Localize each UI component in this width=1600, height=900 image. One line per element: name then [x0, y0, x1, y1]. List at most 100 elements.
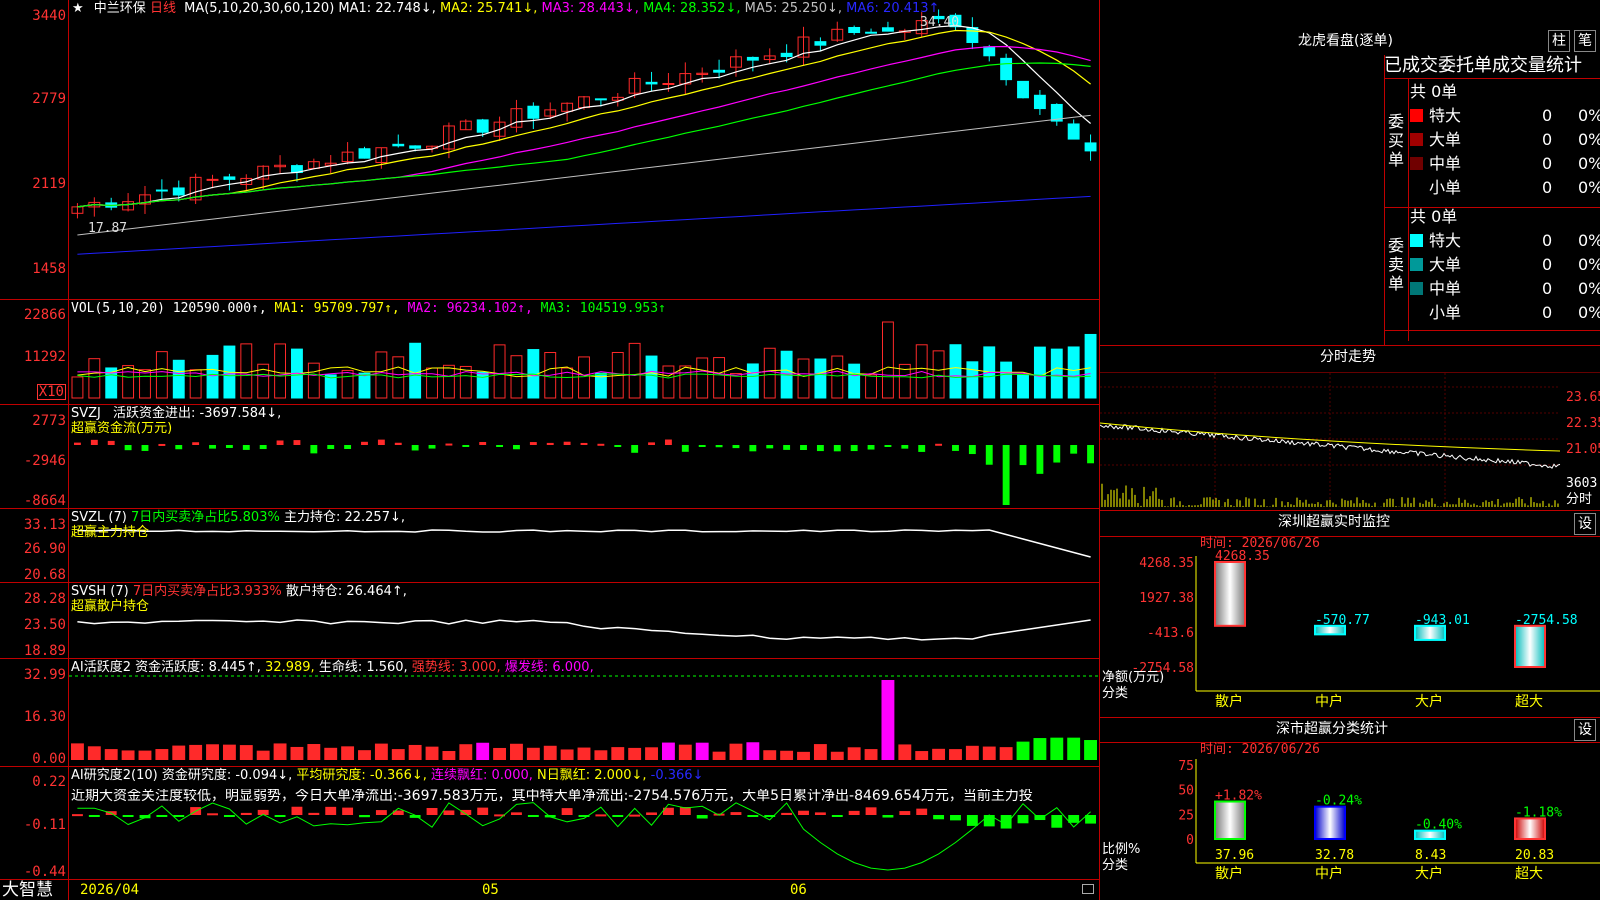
ai1-desc: 资金活跃度: 8.445↑, [135, 660, 261, 675]
candle-body [1084, 142, 1097, 152]
fund-flow-bar [850, 445, 858, 452]
y-tick: 16.30 [23, 709, 66, 725]
research-bar [477, 807, 489, 815]
volume-bar [307, 362, 320, 399]
activity-bar [712, 751, 726, 760]
svzj-sub: 超赢资金流(万元) [71, 421, 173, 436]
volume-bar [679, 365, 692, 399]
buy-pct: 0% [1578, 178, 1600, 197]
fund-flow-bar [411, 445, 419, 451]
research-bar [72, 814, 83, 817]
research-bar [730, 812, 742, 815]
y-tick: -0.44 [23, 864, 66, 880]
lock-icon[interactable] [1082, 884, 1094, 894]
research-bar [426, 807, 438, 815]
intraday-y-tick: 22.35 [1566, 416, 1600, 431]
fund-flow-bar [918, 445, 926, 452]
fund-flow-bar [1019, 445, 1027, 466]
activity-bar [121, 750, 135, 760]
research-bar [747, 815, 759, 817]
value-label: -0.40% [1415, 818, 1462, 833]
volume-bar [1050, 348, 1063, 399]
research-bar [308, 812, 320, 815]
candle-body [155, 189, 168, 192]
candle-body [780, 52, 793, 58]
buy-label: 大单 [1429, 130, 1462, 149]
volume-bar [645, 355, 658, 399]
dragon-tab[interactable]: 已成交委托单成交量统计 [1384, 55, 1582, 77]
monitor-settings-button[interactable]: 设 [1574, 513, 1596, 535]
activity-bar [358, 750, 371, 760]
activity-bar [661, 742, 675, 760]
intraday-chart[interactable] [1100, 373, 1600, 510]
y-tick: 32.99 [23, 667, 66, 683]
ai2-comment: 近期大资金关注度较低，明显弱势，今日大单净流出:-3697.583万元，其中特大… [71, 789, 1033, 803]
kline-area[interactable]: 3440 2779 2119 1458 22866 11292 X10 2773… [0, 0, 1100, 900]
classify-settings-button[interactable]: 设 [1574, 719, 1596, 741]
research-bar [595, 814, 607, 817]
color-swatch [1410, 258, 1423, 271]
vol-ma1: MA1: 95709.797↑, [274, 301, 400, 316]
ma5-value: MA5: 25.250↓, [744, 1, 843, 16]
intraday-vol-tick: 3603 [1566, 476, 1598, 491]
volume-bar [155, 351, 168, 399]
vol-ma3: MA3: 104519.953↑ [540, 301, 666, 316]
candle-body [881, 27, 894, 32]
activity-bar [206, 744, 219, 760]
research-bar [1017, 815, 1029, 824]
color-swatch [1410, 157, 1423, 170]
volume-bar [763, 347, 776, 399]
activity-bar [847, 747, 861, 760]
volume-bar [628, 342, 641, 399]
volume-bar [426, 367, 438, 399]
value-label: 20.83 [1515, 848, 1554, 863]
kline-plot[interactable] [69, 0, 1099, 900]
category-bar [1414, 624, 1446, 641]
category-bar [1214, 800, 1246, 840]
fund-flow-bar [614, 445, 622, 447]
ai2-desc: 资金研究度: -0.094↓, [161, 768, 293, 783]
activity-bar [442, 751, 456, 760]
activity-bar [172, 745, 186, 760]
research-bar [831, 815, 843, 817]
fund-flow-bar [496, 445, 504, 447]
vol-ma2: MA2: 96234.102↑, [407, 301, 533, 316]
y-tick: 1458 [32, 261, 66, 277]
activity-bar [864, 749, 878, 760]
volume-bar [493, 344, 506, 399]
ai1-strong: 强势线: 3.000, [411, 660, 501, 675]
research-bar [291, 806, 303, 815]
bar-mode-button[interactable]: 柱 [1548, 30, 1570, 52]
ai2-nday: N日飘红: 2.000↓, [537, 768, 647, 783]
sell-pct: 0% [1578, 231, 1600, 250]
activity-bar [476, 742, 490, 760]
y-tick: 2119 [32, 176, 66, 192]
y-tick: 33.13 [23, 517, 66, 533]
ai2-header: AI研究度2(10) 资金研究度: -0.094↓, 平均研究度: -0.366… [71, 769, 703, 783]
value-label: +1.82% [1215, 789, 1262, 804]
intraday-title: 分时走势 [1320, 349, 1376, 365]
buy-row: 大单 0 0% [1410, 128, 1600, 152]
activity-bar [1050, 737, 1064, 760]
volume-bar [476, 371, 489, 399]
activity-bar [965, 745, 979, 760]
favorite-star-icon[interactable]: ★ [72, 1, 84, 16]
fund-flow-bar [563, 441, 571, 445]
ai2-title: AI研究度2(10) [71, 768, 158, 783]
stroke-mode-button[interactable]: 笔 [1574, 30, 1596, 52]
research-bar [1085, 815, 1096, 824]
date-label: 2026/04 [80, 882, 140, 898]
ai1-life: 生命线: 1.560, [318, 660, 408, 675]
buy-row: 特大 0 0% [1410, 104, 1600, 128]
activity-bar [341, 746, 355, 760]
volume-bar [662, 365, 675, 399]
activity-bar [898, 744, 912, 760]
research-bar [561, 808, 573, 815]
category-label: 中户 [1315, 693, 1343, 710]
research-bar [88, 815, 100, 817]
value-label: -2754.58 [1515, 613, 1578, 628]
period-label[interactable]: 日线 [150, 1, 176, 16]
research-bar [375, 810, 387, 815]
ma-params: MA(5,10,20,30,60,120) [184, 1, 335, 16]
research-bar [342, 807, 354, 815]
